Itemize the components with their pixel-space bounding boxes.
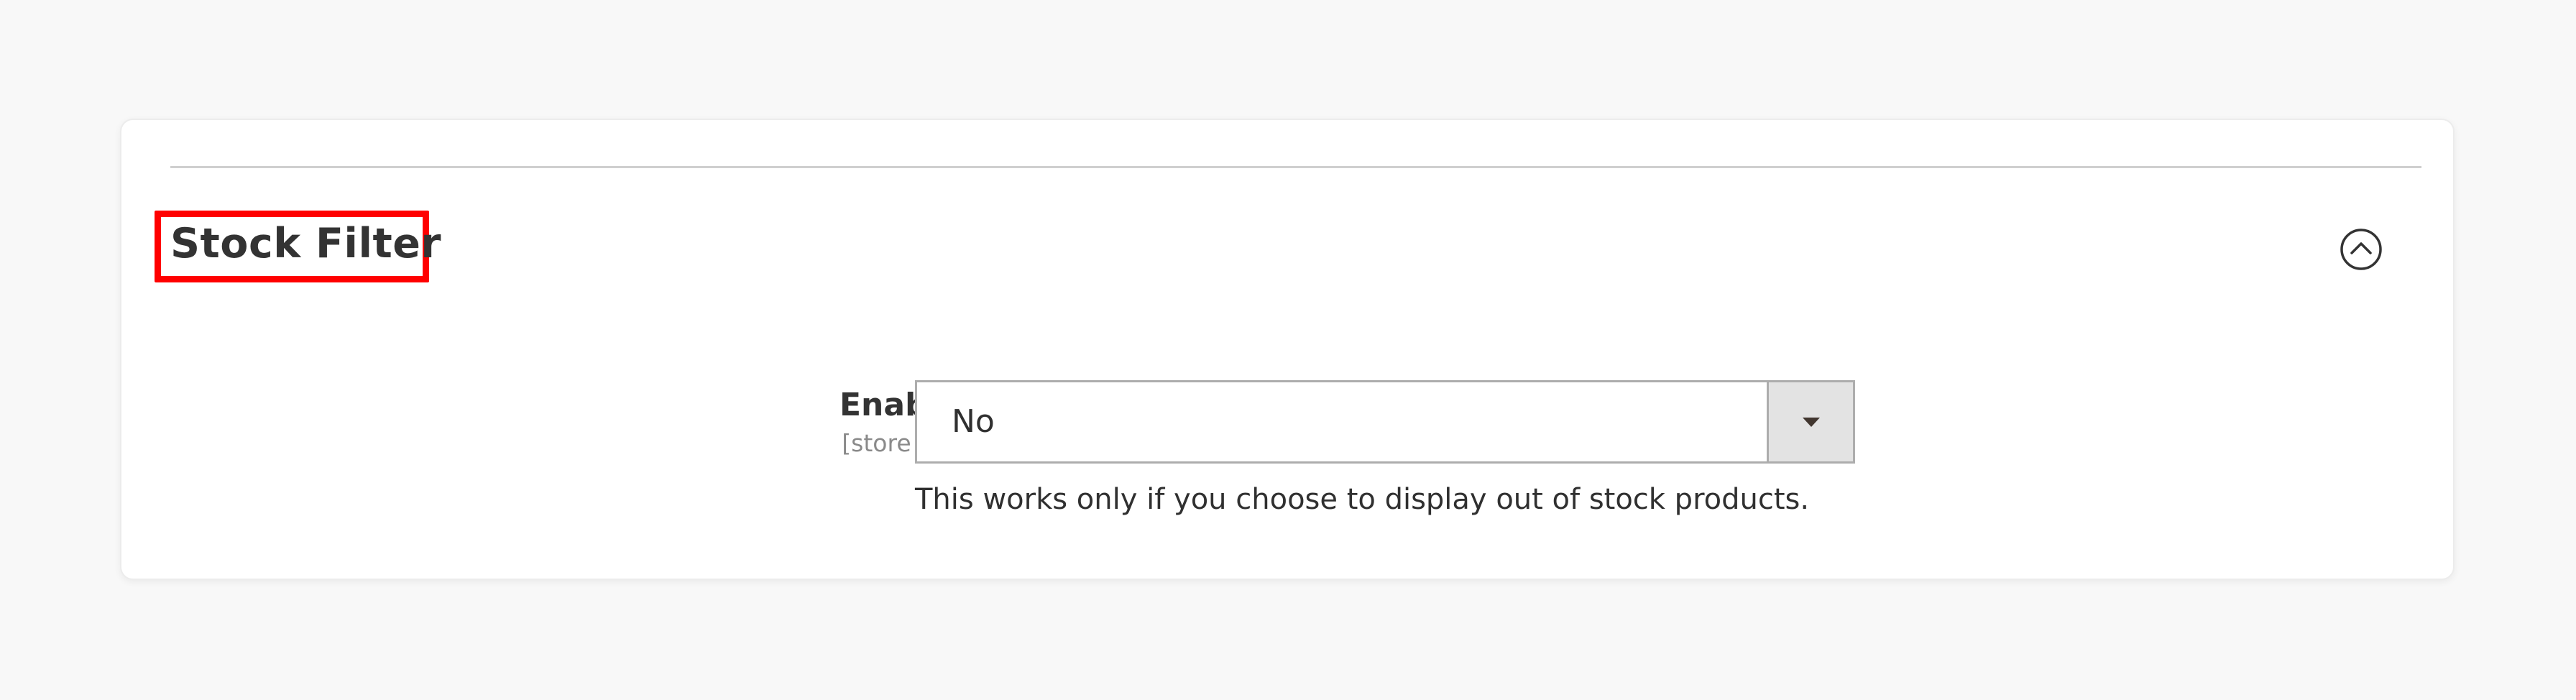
chevron-up-circle-icon — [2340, 229, 2382, 270]
settings-card: Stock Filter Enabled [store view] No Thi… — [120, 119, 2455, 580]
dropdown-toggle-button[interactable] — [1767, 382, 1853, 461]
caret-down-icon — [1802, 418, 1820, 427]
field-note: This works only if you choose to display… — [915, 483, 1810, 516]
section-divider — [170, 166, 2421, 168]
section-title[interactable]: Stock Filter — [170, 219, 441, 268]
collapse-section-button[interactable] — [2338, 226, 2384, 272]
enabled-select[interactable]: No — [915, 380, 1855, 464]
select-value: No — [952, 403, 995, 440]
